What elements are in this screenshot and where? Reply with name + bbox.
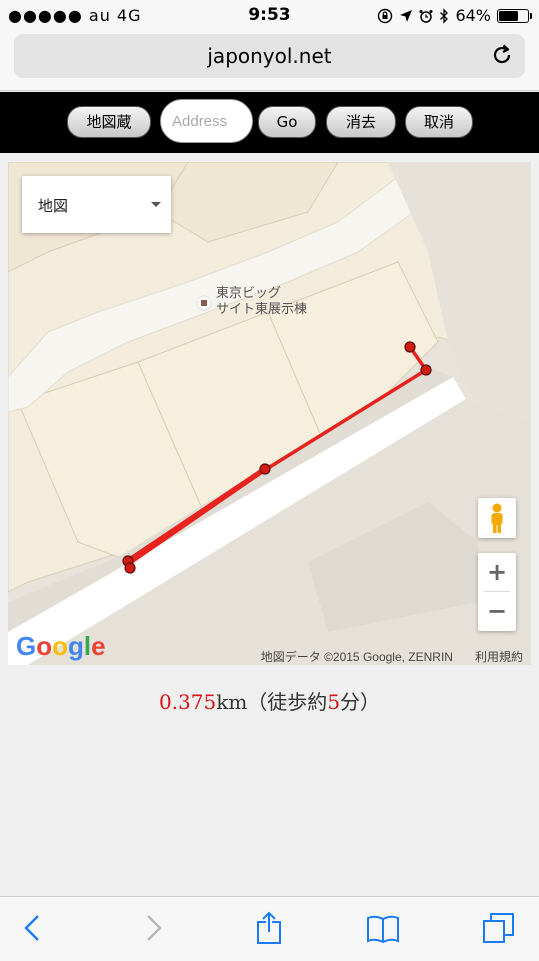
street-view-pegman[interactable]	[478, 498, 516, 538]
poi-label[interactable]: 東京ビッグ サイト東展示棟	[216, 286, 307, 318]
cancel-button[interactable]: 取消	[405, 106, 473, 138]
distance-value: 0.375	[158, 690, 217, 714]
map-type-dropdown[interactable]: 地図	[22, 176, 171, 233]
pegman-icon	[491, 503, 503, 533]
poi-label-line1: 東京ビッグ	[216, 286, 282, 301]
map-canvas[interactable]	[8, 162, 531, 665]
map-type-label: 地図	[38, 197, 69, 215]
distance-result: 0.375km（徒歩約5分）	[0, 686, 539, 715]
alarm-icon	[419, 9, 433, 23]
status-icons: 64%	[377, 6, 532, 25]
terms-link[interactable]: 利用規約	[475, 650, 523, 664]
map-attribution: 地図データ ©2015 Google, ZENRIN 利用規約	[261, 648, 523, 665]
walk-minutes: 5	[327, 690, 341, 714]
walk-suffix: 分）	[340, 690, 381, 714]
browser-bottom-bar	[0, 896, 539, 961]
map-store-button[interactable]: 地図蔵	[67, 106, 151, 138]
browser-chrome: japonyol.net	[0, 32, 539, 91]
battery-icon	[497, 8, 532, 23]
rotation-lock-icon	[378, 8, 393, 23]
battery-percent: 64%	[455, 6, 491, 25]
clear-button[interactable]: 消去	[326, 106, 396, 138]
distance-unit: km（徒歩約	[216, 690, 328, 714]
share-icon[interactable]	[252, 911, 286, 945]
status-bar: ●●●●● au 4G 9:53 64%	[0, 0, 539, 32]
forward-icon[interactable]	[136, 911, 170, 945]
location-icon	[400, 9, 413, 22]
address-bar[interactable]: japonyol.net	[14, 34, 525, 78]
google-logo[interactable]: Google	[16, 631, 106, 662]
bookmarks-icon[interactable]	[366, 911, 400, 945]
chevron-down-icon	[151, 202, 161, 207]
go-button[interactable]: Go	[258, 106, 316, 138]
zoom-out-button[interactable]: −	[478, 592, 516, 630]
address-input[interactable]	[170, 112, 254, 131]
url-text[interactable]: japonyol.net	[14, 44, 525, 68]
bluetooth-icon	[440, 7, 449, 24]
reload-icon[interactable]	[489, 42, 515, 68]
zoom-control: + −	[478, 553, 516, 631]
map-toolbar: 地図蔵 Go 消去 取消	[0, 92, 539, 153]
attribution-text: 地図データ ©2015 Google, ZENRIN	[260, 650, 453, 664]
poi-label-line2: サイト東展示棟	[216, 302, 308, 317]
zoom-in-button[interactable]: +	[478, 553, 516, 591]
back-icon[interactable]	[16, 911, 50, 945]
address-input-wrapper[interactable]	[160, 99, 254, 143]
map-view[interactable]: 東京ビッグ サイト東展示棟 地図 + − Google 地図データ ©2015 …	[8, 162, 531, 665]
tabs-icon[interactable]	[482, 911, 516, 945]
